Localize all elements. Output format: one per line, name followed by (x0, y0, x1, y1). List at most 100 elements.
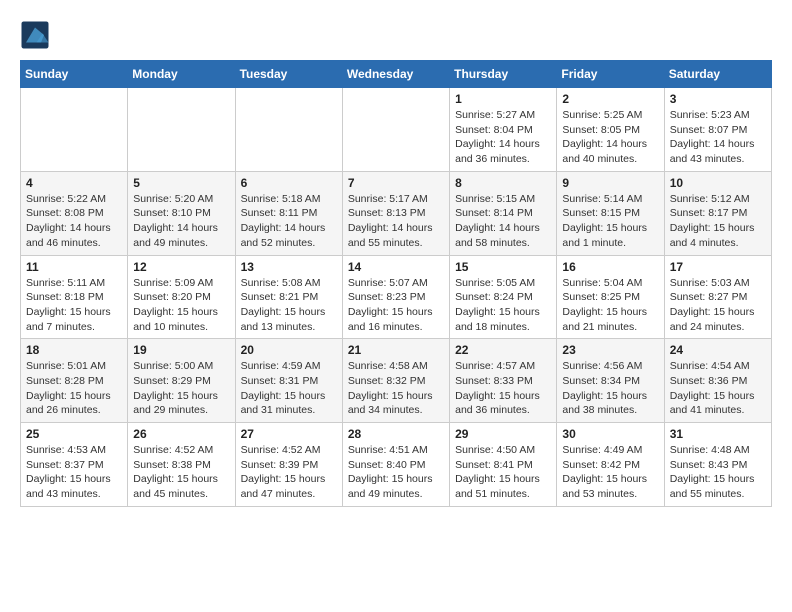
day-number: 7 (348, 176, 444, 190)
day-info: Sunrise: 5:14 AMSunset: 8:15 PMDaylight:… (562, 192, 658, 251)
day-number: 10 (670, 176, 766, 190)
day-number: 4 (26, 176, 122, 190)
day-info: Sunrise: 5:27 AMSunset: 8:04 PMDaylight:… (455, 108, 551, 167)
calendar-cell: 10 Sunrise: 5:12 AMSunset: 8:17 PMDayligh… (664, 171, 771, 255)
day-info: Sunrise: 5:03 AMSunset: 8:27 PMDaylight:… (670, 276, 766, 335)
day-info: Sunrise: 5:25 AMSunset: 8:05 PMDaylight:… (562, 108, 658, 167)
header (20, 20, 772, 50)
day-number: 3 (670, 92, 766, 106)
day-number: 24 (670, 343, 766, 357)
calendar-cell (128, 88, 235, 172)
logo-icon (20, 20, 50, 50)
calendar-cell: 24Sunrise: 4:54 AMSunset: 8:36 PMDayligh… (664, 339, 771, 423)
calendar-cell: 21 Sunrise: 4:58 AMSunset: 8:32 PMDayligh… (342, 339, 449, 423)
calendar-cell: 5 Sunrise: 5:20 AMSunset: 8:10 PMDaylight… (128, 171, 235, 255)
logo (20, 20, 54, 50)
calendar-cell: 22 Sunrise: 4:57 AMSunset: 8:33 PMDayligh… (450, 339, 557, 423)
day-info: Sunrise: 5:17 AMSunset: 8:13 PMDaylight:… (348, 192, 444, 251)
calendar-cell: 29 Sunrise: 4:50 AMSunset: 8:41 PMDayligh… (450, 423, 557, 507)
day-number: 5 (133, 176, 229, 190)
calendar-cell: 26 Sunrise: 4:52 AMSunset: 8:38 PMDayligh… (128, 423, 235, 507)
calendar-cell: 6 Sunrise: 5:18 AMSunset: 8:11 PMDaylight… (235, 171, 342, 255)
calendar-cell: 30 Sunrise: 4:49 AMSunset: 8:42 PMDayligh… (557, 423, 664, 507)
day-number: 22 (455, 343, 551, 357)
day-info: Sunrise: 4:56 AMSunset: 8:34 PMDaylight:… (562, 359, 658, 418)
day-number: 27 (241, 427, 337, 441)
weekday-header-friday: Friday (557, 61, 664, 88)
day-number: 25 (26, 427, 122, 441)
week-row-1: 1 Sunrise: 5:27 AMSunset: 8:04 PMDaylight… (21, 88, 772, 172)
calendar-cell: 9 Sunrise: 5:14 AMSunset: 8:15 PMDaylight… (557, 171, 664, 255)
day-info: Sunrise: 4:50 AMSunset: 8:41 PMDaylight:… (455, 443, 551, 502)
day-info: Sunrise: 5:01 AMSunset: 8:28 PMDaylight:… (26, 359, 122, 418)
calendar-cell: 1 Sunrise: 5:27 AMSunset: 8:04 PMDaylight… (450, 88, 557, 172)
day-number: 9 (562, 176, 658, 190)
day-number: 6 (241, 176, 337, 190)
calendar-cell: 20 Sunrise: 4:59 AMSunset: 8:31 PMDayligh… (235, 339, 342, 423)
calendar-cell: 13Sunrise: 5:08 AMSunset: 8:21 PMDayligh… (235, 255, 342, 339)
day-info: Sunrise: 4:53 AMSunset: 8:37 PMDaylight:… (26, 443, 122, 502)
calendar-cell: 8Sunrise: 5:15 AMSunset: 8:14 PMDaylight… (450, 171, 557, 255)
day-info: Sunrise: 5:04 AMSunset: 8:25 PMDaylight:… (562, 276, 658, 335)
day-number: 1 (455, 92, 551, 106)
day-info: Sunrise: 5:22 AMSunset: 8:08 PMDaylight:… (26, 192, 122, 251)
weekday-header-saturday: Saturday (664, 61, 771, 88)
calendar-table: SundayMondayTuesdayWednesdayThursdayFrid… (20, 60, 772, 507)
day-info: Sunrise: 5:05 AMSunset: 8:24 PMDaylight:… (455, 276, 551, 335)
calendar-cell: 3 Sunrise: 5:23 AMSunset: 8:07 PMDaylight… (664, 88, 771, 172)
calendar-cell: 28 Sunrise: 4:51 AMSunset: 8:40 PMDayligh… (342, 423, 449, 507)
day-number: 31 (670, 427, 766, 441)
day-number: 14 (348, 260, 444, 274)
day-number: 30 (562, 427, 658, 441)
day-info: Sunrise: 4:52 AMSunset: 8:39 PMDaylight:… (241, 443, 337, 502)
day-number: 26 (133, 427, 229, 441)
weekday-header-wednesday: Wednesday (342, 61, 449, 88)
day-info: Sunrise: 5:11 AMSunset: 8:18 PMDaylight:… (26, 276, 122, 335)
week-row-3: 11 Sunrise: 5:11 AMSunset: 8:18 PMDayligh… (21, 255, 772, 339)
day-info: Sunrise: 4:49 AMSunset: 8:42 PMDaylight:… (562, 443, 658, 502)
day-info: Sunrise: 5:00 AMSunset: 8:29 PMDaylight:… (133, 359, 229, 418)
day-number: 2 (562, 92, 658, 106)
day-info: Sunrise: 5:18 AMSunset: 8:11 PMDaylight:… (241, 192, 337, 251)
calendar-cell: 15Sunrise: 5:05 AMSunset: 8:24 PMDayligh… (450, 255, 557, 339)
day-number: 28 (348, 427, 444, 441)
calendar-cell: 19 Sunrise: 5:00 AMSunset: 8:29 PMDayligh… (128, 339, 235, 423)
day-info: Sunrise: 4:48 AMSunset: 8:43 PMDaylight:… (670, 443, 766, 502)
day-info: Sunrise: 5:12 AMSunset: 8:17 PMDaylight:… (670, 192, 766, 251)
weekday-header-tuesday: Tuesday (235, 61, 342, 88)
calendar-cell: 18Sunrise: 5:01 AMSunset: 8:28 PMDayligh… (21, 339, 128, 423)
day-info: Sunrise: 5:20 AMSunset: 8:10 PMDaylight:… (133, 192, 229, 251)
calendar-cell: 31 Sunrise: 4:48 AMSunset: 8:43 PMDayligh… (664, 423, 771, 507)
calendar-cell: 12Sunrise: 5:09 AMSunset: 8:20 PMDayligh… (128, 255, 235, 339)
weekday-header-thursday: Thursday (450, 61, 557, 88)
day-info: Sunrise: 5:09 AMSunset: 8:20 PMDaylight:… (133, 276, 229, 335)
day-info: Sunrise: 4:51 AMSunset: 8:40 PMDaylight:… (348, 443, 444, 502)
day-info: Sunrise: 5:08 AMSunset: 8:21 PMDaylight:… (241, 276, 337, 335)
day-info: Sunrise: 4:58 AMSunset: 8:32 PMDaylight:… (348, 359, 444, 418)
day-number: 29 (455, 427, 551, 441)
calendar-cell: 25 Sunrise: 4:53 AMSunset: 8:37 PMDayligh… (21, 423, 128, 507)
calendar-cell: 16 Sunrise: 5:04 AMSunset: 8:25 PMDayligh… (557, 255, 664, 339)
day-number: 8 (455, 176, 551, 190)
day-info: Sunrise: 5:23 AMSunset: 8:07 PMDaylight:… (670, 108, 766, 167)
weekday-header-sunday: Sunday (21, 61, 128, 88)
calendar-cell: 4 Sunrise: 5:22 AMSunset: 8:08 PMDaylight… (21, 171, 128, 255)
day-number: 11 (26, 260, 122, 274)
day-info: Sunrise: 4:59 AMSunset: 8:31 PMDaylight:… (241, 359, 337, 418)
day-number: 21 (348, 343, 444, 357)
day-number: 17 (670, 260, 766, 274)
day-number: 16 (562, 260, 658, 274)
day-number: 19 (133, 343, 229, 357)
calendar-header: SundayMondayTuesdayWednesdayThursdayFrid… (21, 61, 772, 88)
day-info: Sunrise: 4:57 AMSunset: 8:33 PMDaylight:… (455, 359, 551, 418)
week-row-5: 25 Sunrise: 4:53 AMSunset: 8:37 PMDayligh… (21, 423, 772, 507)
day-info: Sunrise: 4:52 AMSunset: 8:38 PMDaylight:… (133, 443, 229, 502)
weekday-header-row: SundayMondayTuesdayWednesdayThursdayFrid… (21, 61, 772, 88)
day-number: 20 (241, 343, 337, 357)
calendar-cell: 2 Sunrise: 5:25 AMSunset: 8:05 PMDaylight… (557, 88, 664, 172)
calendar-cell: 17 Sunrise: 5:03 AMSunset: 8:27 PMDayligh… (664, 255, 771, 339)
day-info: Sunrise: 5:07 AMSunset: 8:23 PMDaylight:… (348, 276, 444, 335)
calendar-cell: 11 Sunrise: 5:11 AMSunset: 8:18 PMDayligh… (21, 255, 128, 339)
weekday-header-monday: Monday (128, 61, 235, 88)
calendar-cell: 14 Sunrise: 5:07 AMSunset: 8:23 PMDayligh… (342, 255, 449, 339)
